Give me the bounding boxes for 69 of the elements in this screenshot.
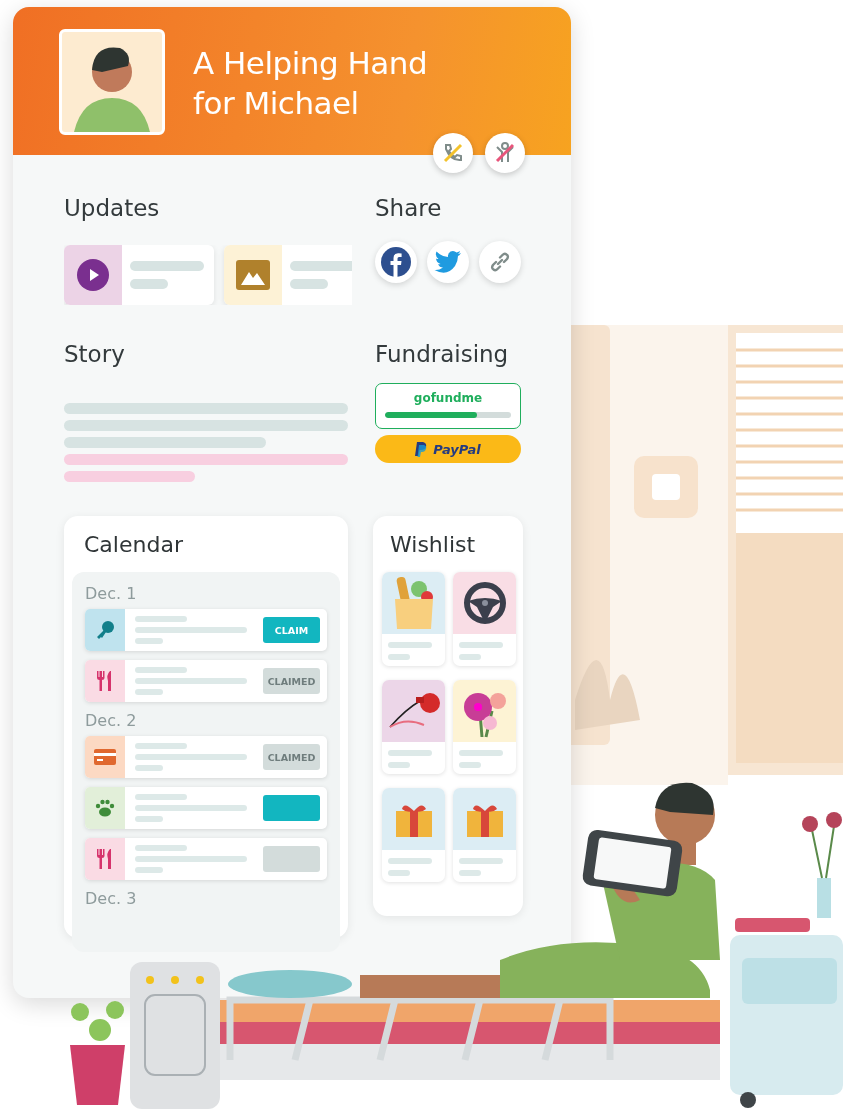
placeholder-line	[135, 667, 187, 673]
placeholder-line	[388, 654, 410, 660]
panel-heading: Wishlist	[389, 532, 477, 559]
phone-crossed-icon	[441, 141, 465, 165]
placeholder-line	[135, 638, 163, 644]
credit-card-icon	[94, 749, 116, 765]
wishlist-card[interactable]	[382, 680, 445, 774]
bird-icon	[434, 250, 462, 274]
date-label: Dec. 2	[85, 711, 138, 730]
placeholder-line	[135, 845, 187, 851]
f-logo-icon	[381, 247, 411, 277]
no-visitors-button[interactable]	[485, 133, 525, 173]
play-icon	[77, 259, 109, 291]
p-logo-icon	[415, 441, 428, 457]
task-card[interactable]: CLAIMED	[85, 660, 327, 702]
task-card[interactable]	[85, 787, 327, 829]
section-heading: Updates	[64, 195, 161, 223]
placeholder-line	[135, 765, 163, 771]
fork-knife-icon	[96, 849, 114, 869]
link-icon	[488, 250, 512, 274]
placeholder-line	[135, 616, 187, 622]
page-title: A Helping Hand	[193, 44, 428, 83]
placeholder-line	[135, 743, 187, 749]
placeholder-line	[459, 750, 503, 756]
claimed-button[interactable]: CLAIMED	[263, 668, 320, 694]
section-heading: Fundraising	[375, 341, 510, 369]
claimed-button[interactable]: CLAIMED	[263, 744, 320, 770]
no-calls-button[interactable]	[433, 133, 473, 173]
facebook-share-button[interactable]	[375, 241, 417, 283]
placeholder-line	[459, 870, 481, 876]
twitter-share-button[interactable]	[427, 241, 469, 283]
update-card[interactable]	[64, 245, 214, 305]
placeholder-line	[388, 642, 432, 648]
placeholder-line	[459, 858, 503, 864]
wishlist-card[interactable]	[453, 572, 516, 666]
section-heading: Story	[64, 341, 126, 369]
placeholder-line	[388, 750, 432, 756]
key-icon	[95, 620, 115, 640]
placeholder-line	[135, 689, 163, 695]
section-heading: Share	[375, 195, 443, 223]
paypal-button[interactable]: PayPal	[375, 435, 521, 463]
wishlist-card[interactable]	[453, 680, 516, 774]
paw-icon	[95, 799, 115, 817]
placeholder-line	[135, 816, 163, 822]
placeholder-line	[135, 794, 187, 800]
claim-button[interactable]: CLAIM	[263, 617, 320, 643]
task-card[interactable]: CLAIMED	[85, 736, 327, 778]
placeholder-line	[459, 762, 481, 768]
placeholder-line	[135, 867, 163, 873]
date-label: Dec. 1	[85, 584, 138, 603]
page-title: for Michael	[193, 84, 360, 123]
person-crossed-icon	[493, 141, 517, 165]
panel-heading: Calendar	[83, 532, 184, 559]
placeholder-line	[388, 762, 410, 768]
placeholder-line	[388, 858, 432, 864]
placeholder-line	[459, 642, 503, 648]
placeholder-line	[459, 654, 481, 660]
copy-link-button[interactable]	[479, 241, 521, 283]
placeholder-line	[388, 870, 410, 876]
task-card[interactable]: CLAIM	[85, 609, 327, 651]
date-label: Dec. 3	[85, 889, 138, 908]
steering-wheel-icon	[462, 581, 507, 625]
placeholder-line	[290, 279, 328, 289]
image-icon	[236, 260, 270, 290]
update-card[interactable]	[224, 245, 352, 305]
gofundme-button[interactable]: gofundme	[375, 383, 521, 429]
placeholder-line	[290, 261, 352, 271]
fork-knife-icon	[96, 671, 114, 691]
placeholder-line	[130, 279, 168, 289]
